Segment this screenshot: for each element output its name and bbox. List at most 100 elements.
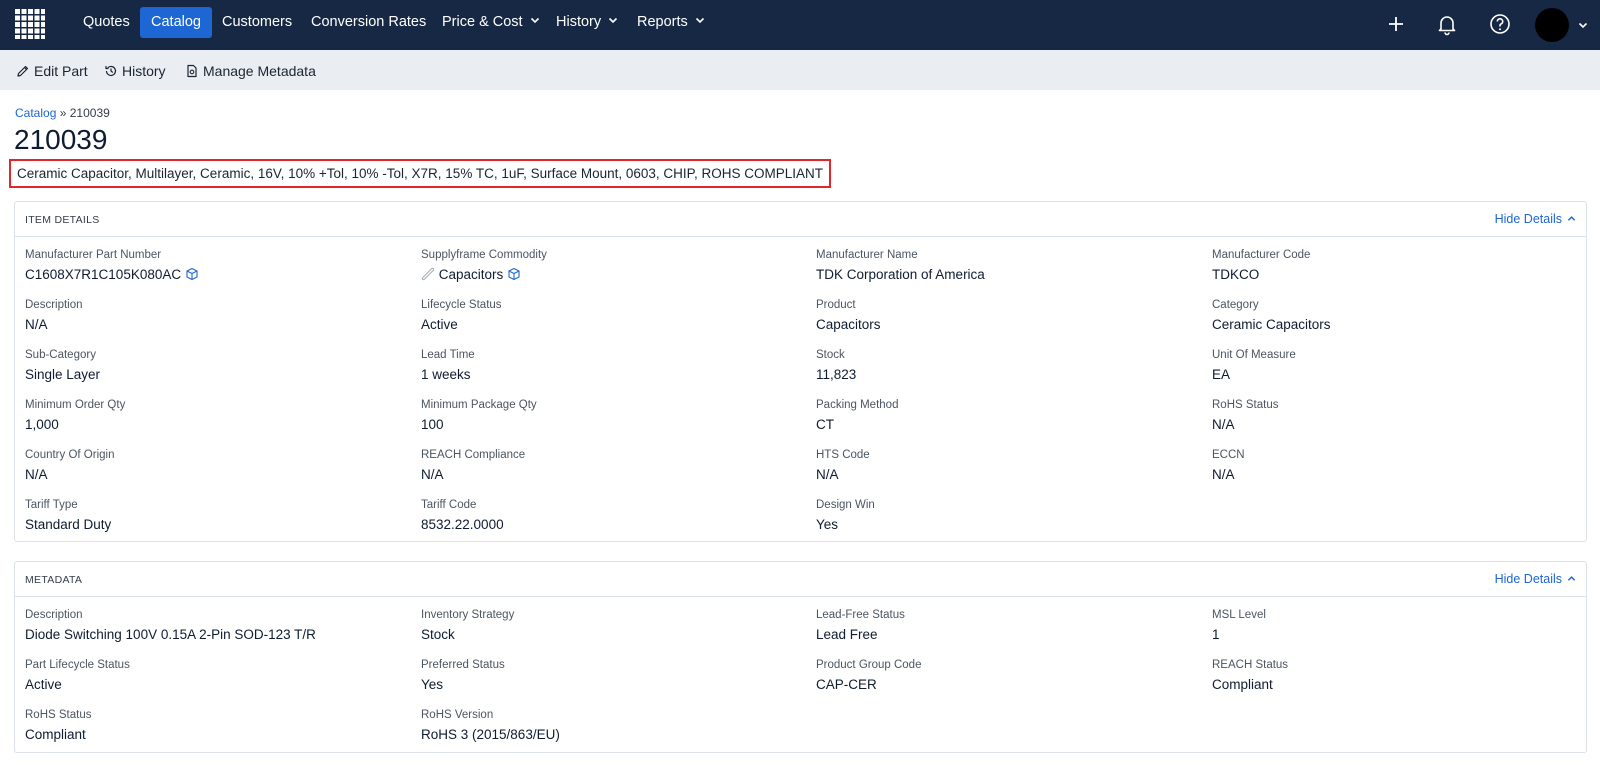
nav-price-cost[interactable]: Price & Cost: [431, 7, 551, 38]
field-value: Ceramic Capacitors: [1212, 317, 1331, 332]
breadcrumb: Catalog » 210039: [15, 106, 110, 120]
chevron-down-icon: [695, 18, 704, 24]
field-value: Compliant: [25, 727, 86, 742]
field-value: 1: [1212, 627, 1220, 642]
field-minimum-order-qty: Minimum Order Qty 1,000: [25, 398, 405, 434]
field-value: N/A: [1212, 417, 1235, 432]
plus-icon[interactable]: [1384, 12, 1408, 36]
chevron-down-icon: [609, 18, 618, 24]
cube-link-icon[interactable]: [507, 267, 521, 281]
chevron-up-icon: [1567, 576, 1576, 581]
edit-part-label: Edit Part: [34, 63, 88, 79]
field-label: Preferred Status: [421, 659, 505, 671]
field-label: HTS Code: [816, 449, 870, 461]
cube-link-icon[interactable]: [185, 267, 199, 281]
nav-label: Customers: [222, 14, 293, 30]
field-label: ECCN: [1212, 449, 1245, 461]
manage-metadata-button[interactable]: Manage Metadata: [185, 61, 316, 81]
item-details-title: ITEM DETAILS: [25, 214, 100, 226]
field-label: Inventory Strategy: [421, 609, 515, 621]
field-label: RoHS Status: [1212, 399, 1279, 411]
field-label: Minimum Package Qty: [421, 399, 537, 411]
field-label: Manufacturer Part Number: [25, 249, 162, 261]
field-value: 1,000: [25, 417, 59, 432]
field-manufacturer-part-number: Manufacturer Part Number C1608X7R1C105K0…: [25, 248, 405, 284]
item-details-panel: ITEM DETAILS Hide Details Manufacturer P…: [14, 201, 1587, 542]
field-label: Lead-Free Status: [816, 609, 905, 621]
field-value: TDK Corporation of America: [816, 267, 985, 282]
field-value: 8532.22.0000: [421, 517, 504, 532]
nav-history[interactable]: History: [545, 7, 629, 38]
field-value: N/A: [421, 467, 444, 482]
field-value: Single Layer: [25, 367, 101, 382]
hide-details-label: Hide Details: [1494, 212, 1562, 226]
breadcrumb-catalog-link[interactable]: Catalog: [15, 106, 56, 120]
nav-label: History: [556, 14, 602, 30]
field-label: Design Win: [816, 499, 875, 511]
field-unit-of-measure: Unit Of Measure EA: [1212, 348, 1592, 384]
item-details-hide-toggle[interactable]: Hide Details: [1495, 212, 1576, 226]
nav-label: Quotes: [83, 14, 130, 30]
nav-quotes[interactable]: Quotes: [72, 7, 141, 38]
nav-conversion-rates[interactable]: Conversion Rates: [300, 7, 437, 38]
app-grid-logo-icon[interactable]: [14, 8, 46, 40]
field-value: TDKCO: [1212, 267, 1260, 282]
meta-field-inventory-strategy: Inventory Strategy Stock: [421, 608, 801, 644]
field-rohs-status: RoHS Status N/A: [1212, 398, 1592, 434]
field-value: Capacitors: [438, 267, 504, 282]
user-menu[interactable]: [1535, 6, 1593, 44]
field-label: Description: [25, 609, 83, 621]
field-label: Description: [25, 299, 83, 311]
field-lifecycle-status: Lifecycle Status Active: [421, 298, 801, 334]
field-label: Category: [1212, 299, 1259, 311]
chevron-down-icon: [1578, 22, 1588, 29]
history-button[interactable]: History: [104, 61, 166, 81]
meta-field-msl-level: MSL Level 1: [1212, 608, 1592, 644]
field-label: Supplyframe Commodity: [421, 249, 547, 261]
field-label: RoHS Status: [25, 709, 92, 721]
field-value: CT: [816, 417, 834, 432]
field-label: Lifecycle Status: [421, 299, 502, 311]
help-icon[interactable]: [1488, 12, 1512, 36]
nav-catalog[interactable]: Catalog: [140, 7, 212, 38]
field-value: CAP-CER: [816, 677, 877, 692]
field-supplyframe-commodity: Supplyframe Commodity Capacitors: [421, 248, 801, 284]
chevron-down-icon: [530, 18, 539, 24]
field-value: N/A: [25, 467, 48, 482]
nav-reports[interactable]: Reports: [626, 7, 716, 38]
field-value: Capacitors: [816, 317, 881, 332]
meta-field-product-group-code: Product Group Code CAP-CER: [816, 658, 1196, 694]
field-sub-category: Sub-Category Single Layer: [25, 348, 405, 384]
bell-icon[interactable]: [1435, 12, 1459, 36]
field-tariff-code: Tariff Code 8532.22.0000: [421, 498, 801, 534]
field-value: RoHS 3 (2015/863/EU): [421, 727, 560, 742]
meta-field-reach-status: REACH Status Compliant: [1212, 658, 1592, 694]
metadata-panel: METADATA Hide Details Description Diode …: [14, 561, 1587, 753]
field-label: Product Group Code: [816, 659, 922, 671]
field-label: Manufacturer Code: [1212, 249, 1311, 261]
field-value: C1608X7R1C105K080AC: [25, 267, 182, 282]
field-label: Tariff Type: [25, 499, 78, 511]
page-title: 210039: [14, 124, 108, 155]
avatar: [1535, 8, 1569, 42]
document-gear-icon: [187, 64, 197, 78]
metadata-hide-toggle[interactable]: Hide Details: [1495, 572, 1576, 586]
nav-label: Catalog: [151, 14, 201, 30]
field-label: Unit Of Measure: [1212, 349, 1296, 361]
field-value: Yes: [421, 677, 444, 692]
field-label: Lead Time: [421, 349, 475, 361]
field-country-of-origin: Country Of Origin N/A: [25, 448, 405, 484]
field-description: Description N/A: [25, 298, 405, 334]
manage-metadata-label: Manage Metadata: [203, 63, 316, 79]
field-value: Active: [421, 317, 458, 332]
field-value: 1 weeks: [421, 367, 471, 382]
field-product: Product Capacitors: [816, 298, 1196, 334]
field-eccn: ECCN N/A: [1212, 448, 1592, 484]
nav-customers[interactable]: Customers: [211, 7, 303, 38]
edit-part-button[interactable]: Edit Part: [16, 61, 88, 81]
field-label: Minimum Order Qty: [25, 399, 126, 411]
field-manufacturer-name: Manufacturer Name TDK Corporation of Ame…: [816, 248, 1196, 284]
nav-label: Conversion Rates: [311, 14, 427, 30]
field-value: Stock: [421, 627, 455, 642]
item-details-header: ITEM DETAILS Hide Details: [15, 202, 1586, 237]
